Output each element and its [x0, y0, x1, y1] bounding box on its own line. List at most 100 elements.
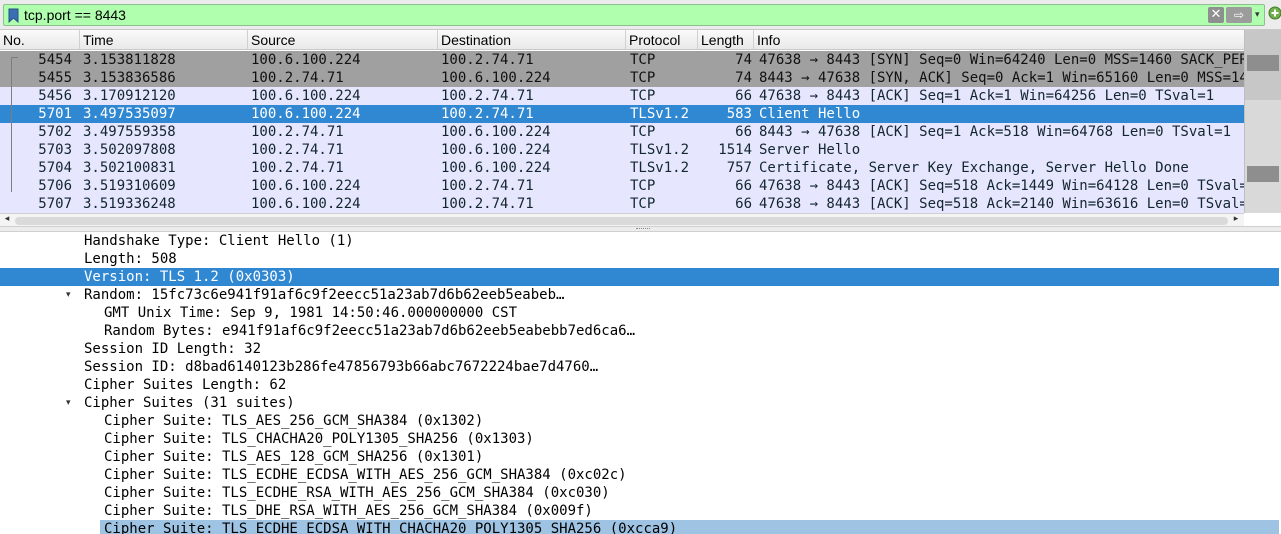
cell-protocol: TCP — [630, 124, 656, 140]
detail-tree-item-label: Session ID: d8bad6140123b286fe47856793b6… — [84, 359, 599, 375]
display-filter-input[interactable] — [24, 6, 1194, 24]
apply-arrow-icon[interactable]: ⇨ — [1226, 7, 1252, 23]
packet-row[interactable]: 5454 3.153811828 100.6.100.224 100.2.74.71 T… — [0, 51, 1244, 69]
column-header-info[interactable]: Info — [754, 30, 1244, 50]
packet-row[interactable]: 5703 3.502097808 100.2.74.71 100.6.100.224 T… — [0, 141, 1244, 159]
packet-row[interactable]: 5702 3.497559358 100.2.74.71 100.6.100.224 T… — [0, 123, 1244, 141]
detail-tree-item-label: Length: 508 — [84, 251, 177, 267]
packet-row[interactable]: 5455 3.153836586 100.2.74.71 100.6.100.224 T… — [0, 69, 1244, 87]
detail-tree-item[interactable]: Random Bytes: e941f91af6c9f2eecc51a23ab7… — [104, 322, 635, 340]
detail-tree-item[interactable]: Cipher Suite: TLS_AES_128_GCM_SHA256 (0x… — [104, 448, 483, 466]
cell-destination: 100.2.74.71 — [441, 88, 534, 104]
column-header-destination[interactable]: Destination — [438, 30, 626, 50]
cell-time: 3.497559358 — [83, 124, 176, 140]
detail-tree-item-label: Cipher Suite: TLS_AES_128_GCM_SHA256 (0x… — [104, 449, 484, 465]
cell-protocol: TCP — [630, 70, 656, 86]
packet-row[interactable]: 5706 3.519310609 100.6.100.224 100.2.74.71 T… — [0, 177, 1244, 195]
scroll-left-icon[interactable]: ◂ — [1, 213, 13, 226]
detail-tree-item[interactable]: Version: TLS 1.2 (0x0303) — [0, 268, 1279, 286]
chevron-down-icon[interactable]: ▾ — [1255, 6, 1265, 24]
cell-protocol: TCP — [630, 52, 656, 68]
scroll-right-icon[interactable]: ▸ — [1230, 213, 1242, 226]
cell-length: 1514 — [718, 142, 752, 158]
cell-time: 3.502100831 — [83, 160, 176, 176]
detail-tree-item[interactable]: Length: 508 — [84, 250, 177, 268]
detail-tree-item[interactable]: Cipher Suites (31 suites) — [84, 394, 295, 412]
cell-destination: 100.2.74.71 — [441, 178, 534, 194]
detail-tree-item-label: Cipher Suite: TLS_ECDHE_ECDSA_WITH_CHACH… — [104, 521, 678, 534]
cell-time: 3.497535097 — [83, 106, 176, 122]
display-filter-field[interactable]: ✕ ⇨ ▾ — [3, 4, 1265, 26]
cell-destination: 100.2.74.71 — [441, 106, 534, 122]
chevron-down-icon[interactable]: ▾ — [66, 286, 78, 304]
packet-row[interactable]: 5704 3.502100831 100.2.74.71 100.6.100.224 T… — [0, 159, 1244, 177]
packet-rows: 5454 3.153811828 100.6.100.224 100.2.74.71 T… — [0, 51, 1244, 213]
detail-tree-item[interactable]: Handshake Type: Client Hello (1) — [84, 232, 354, 250]
cell-protocol: TLSv1.2 — [630, 142, 690, 158]
cell-protocol: TCP — [630, 178, 656, 194]
column-header-length[interactable]: Length — [698, 30, 754, 50]
detail-tree-item[interactable]: Cipher Suite: TLS_DHE_RSA_WITH_AES_256_G… — [104, 502, 593, 520]
detail-tree-item-label: Random: 15fc73c6e941f91af6c9f2eecc51a23a… — [84, 287, 565, 303]
cell-info: Client Hello — [759, 106, 861, 122]
clear-icon[interactable]: ✕ — [1208, 7, 1224, 23]
detail-tree-item-label: Cipher Suites Length: 62 — [84, 377, 287, 393]
packet-row[interactable]: 5456 3.170912120 100.6.100.224 100.2.74.71 T… — [0, 87, 1244, 105]
detail-tree-item[interactable]: Session ID Length: 32 — [84, 340, 261, 358]
column-header-protocol[interactable]: Protocol — [626, 30, 698, 50]
cell-source: 100.2.74.71 — [251, 160, 344, 176]
cell-protocol: TLSv1.2 — [630, 106, 690, 122]
detail-tree-item-label: Cipher Suite: TLS_AES_256_GCM_SHA384 (0x… — [104, 413, 484, 429]
packet-list-horizontal-scrollbar[interactable]: ◂ ▸ — [0, 213, 1244, 226]
cell-source: 100.6.100.224 — [251, 196, 361, 212]
cell-length: 66 — [735, 88, 752, 104]
packet-row[interactable]: 5707 3.519336248 100.6.100.224 100.2.74.71 T… — [0, 195, 1244, 213]
packet-row[interactable]: 5701 3.497535097 100.6.100.224 100.2.74.71 T… — [0, 105, 1244, 123]
detail-tree-item-label: Cipher Suite: TLS_CHACHA20_POLY1305_SHA2… — [104, 431, 534, 447]
detail-tree-item[interactable]: Session ID: d8bad6140123b286fe47856793b6… — [84, 358, 598, 376]
bookmark-icon[interactable] — [8, 8, 19, 24]
detail-tree-item-label: Session ID Length: 32 — [84, 341, 262, 357]
cell-source: 100.2.74.71 — [251, 124, 344, 140]
cell-protocol: TLSv1.2 — [630, 160, 690, 176]
detail-tree-item[interactable]: Cipher Suite: TLS_ECDHE_ECDSA_WITH_AES_2… — [104, 466, 627, 484]
detail-tree-item[interactable]: Random: 15fc73c6e941f91af6c9f2eecc51a23a… — [84, 286, 564, 304]
cell-destination: 100.2.74.71 — [441, 196, 534, 212]
cell-destination: 100.6.100.224 — [441, 124, 551, 140]
column-header-time[interactable]: Time — [80, 30, 248, 50]
cell-time: 3.519336248 — [83, 196, 176, 212]
horizontal-scroll-thumb[interactable] — [15, 217, 1228, 225]
conversation-line — [11, 58, 12, 192]
cell-length: 66 — [735, 124, 752, 140]
cell-info: Certificate, Server Key Exchange, Server… — [759, 160, 1189, 176]
column-header-no[interactable]: No. — [0, 30, 80, 50]
cell-length: 66 — [735, 196, 752, 212]
detail-tree-item-label: Random Bytes: e941f91af6c9f2eecc51a23ab7… — [104, 323, 636, 339]
detail-tree-item[interactable]: Cipher Suite: TLS_AES_256_GCM_SHA384 (0x… — [104, 412, 483, 430]
detail-tree-item[interactable]: Cipher Suite: TLS_CHACHA20_POLY1305_SHA2… — [104, 430, 534, 448]
chevron-down-icon[interactable]: ▾ — [66, 394, 78, 412]
cell-length: 583 — [726, 106, 752, 122]
detail-tree-item[interactable]: Cipher Suite: TLS_ECDHE_RSA_WITH_AES_256… — [104, 484, 610, 502]
detail-tree-item[interactable]: Cipher Suite: TLS_ECDHE_ECDSA_WITH_CHACH… — [100, 520, 1279, 534]
cell-info: 8443 → 47638 [SYN, ACK] Seq=0 Ack=1 Win=… — [759, 70, 1244, 86]
cell-length: 74 — [735, 70, 752, 86]
cell-time: 3.170912120 — [83, 88, 176, 104]
detail-tree-item[interactable]: GMT Unix Time: Sep 9, 1981 14:50:46.0000… — [104, 304, 517, 322]
cell-destination: 100.6.100.224 — [441, 160, 551, 176]
detail-tree-item[interactable]: Cipher Suites Length: 62 — [84, 376, 286, 394]
cell-time: 3.519310609 — [83, 178, 176, 194]
display-filter-toolbar: ✕ ⇨ ▾ — [0, 0, 1281, 30]
cell-time: 3.502097808 — [83, 142, 176, 158]
cell-destination: 100.6.100.224 — [441, 70, 551, 86]
cell-info: 47638 → 8443 [ACK] Seq=518 Ack=2140 Win=… — [759, 196, 1244, 212]
column-header-source[interactable]: Source — [248, 30, 438, 50]
cell-source: 100.6.100.224 — [251, 52, 361, 68]
detail-tree-item-label: Handshake Type: Client Hello (1) — [84, 233, 354, 249]
cell-protocol: TCP — [630, 88, 656, 104]
add-filter-icon[interactable] — [1268, 6, 1281, 24]
cell-info: 47638 → 8443 [ACK] Seq=1 Ack=1 Win=64256… — [759, 88, 1215, 104]
detail-tree-item-label: Cipher Suites (31 suites) — [84, 395, 295, 411]
splitter-grip-icon[interactable] — [636, 228, 650, 230]
cell-destination: 100.2.74.71 — [441, 52, 534, 68]
